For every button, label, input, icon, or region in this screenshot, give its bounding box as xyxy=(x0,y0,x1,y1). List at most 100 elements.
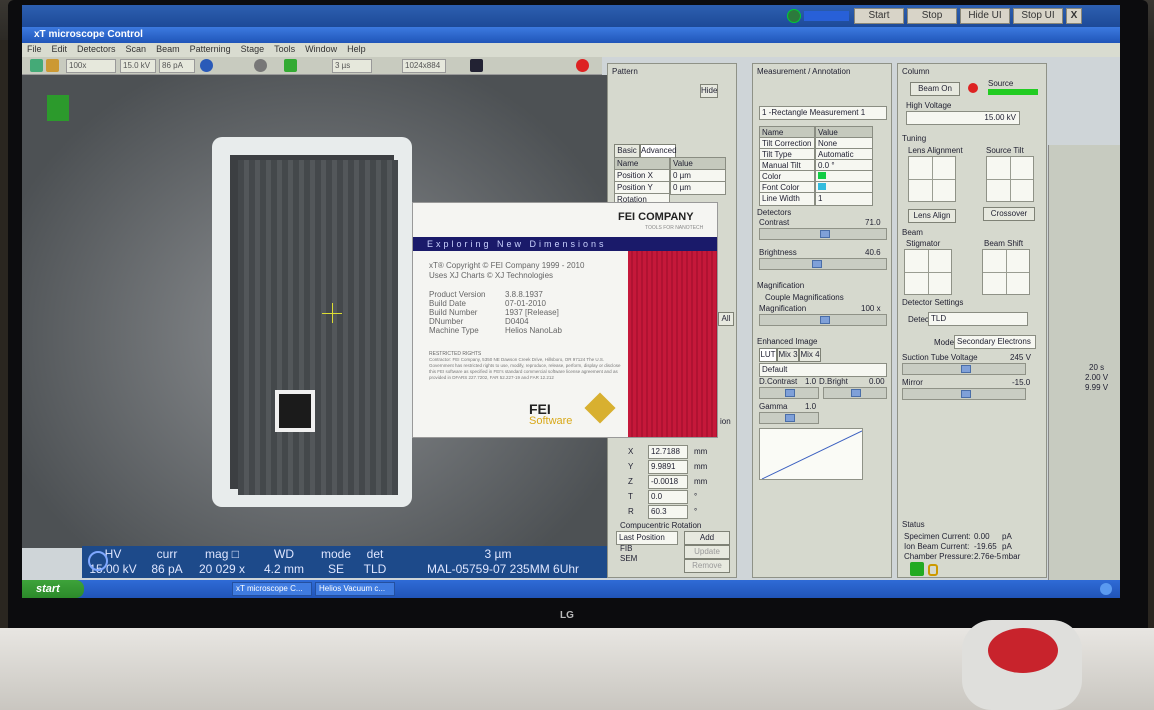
crosshair-vertical-icon xyxy=(332,303,333,323)
stop-ui-button[interactable]: Stop UI xyxy=(1013,8,1063,24)
stage-r-field[interactable]: 60.3 xyxy=(648,505,688,519)
measure-row-value[interactable]: 1 xyxy=(815,192,873,206)
menu-detectors[interactable]: Detectors xyxy=(72,43,121,55)
detector-select[interactable]: TLD xyxy=(928,312,1028,326)
position-item-fib[interactable]: FIB xyxy=(620,544,632,553)
taskbar-item[interactable]: Helios Vacuum c... xyxy=(315,582,395,596)
couple-magnifications-checkbox[interactable]: Couple Magnifications xyxy=(765,293,844,302)
stage-z-field[interactable]: -0.0018 xyxy=(648,475,688,489)
lens-align-button[interactable]: Lens Align xyxy=(908,209,956,223)
menu-help[interactable]: Help xyxy=(342,43,371,55)
tab-basic[interactable]: Basic xyxy=(614,144,640,158)
update-position-button[interactable]: Update xyxy=(684,545,730,559)
dcontrast-slider[interactable] xyxy=(759,387,819,399)
databar: HV 15.00 kV curr 86 pA mag □ 20 029 x WD… xyxy=(82,546,607,578)
specimen-current-unit: pA xyxy=(1002,532,1012,541)
dbright-slider[interactable] xyxy=(823,387,887,399)
tab-lut[interactable]: LUT xyxy=(759,348,777,362)
emergency-stop-button[interactable] xyxy=(988,628,1058,673)
stop-button[interactable]: Stop xyxy=(907,8,957,24)
menu-file[interactable]: File xyxy=(22,43,47,55)
add-position-button[interactable]: Add xyxy=(684,531,730,545)
beam-status-icon xyxy=(968,83,978,93)
stage-x-field[interactable]: 12.7188 xyxy=(648,445,688,459)
menu-window[interactable]: Window xyxy=(300,43,342,55)
target-icon[interactable] xyxy=(200,59,213,72)
brightness-slider[interactable] xyxy=(759,258,887,270)
hide-ui-button[interactable]: Hide UI xyxy=(960,8,1010,24)
source-label: Source xyxy=(988,79,1014,88)
current-field[interactable]: 86 pA xyxy=(159,59,195,73)
remove-position-button[interactable]: Remove xyxy=(684,559,730,573)
stigmator-pad[interactable] xyxy=(904,249,952,295)
beam-shift-pad[interactable] xyxy=(982,249,1030,295)
stage-t-field[interactable]: 0.0 xyxy=(648,490,688,504)
splash-label: Product Version xyxy=(429,290,486,299)
lut-preset-select[interactable]: Default xyxy=(759,363,887,377)
taskbar-item[interactable]: xT microscope C... xyxy=(232,582,312,596)
beam-label: Beam xyxy=(902,228,923,237)
hide-button[interactable]: Hide xyxy=(700,84,718,98)
measurement-select[interactable]: 1 -Rectangle Measurement 1 xyxy=(759,106,887,120)
font-color-swatch-icon xyxy=(818,183,826,190)
mirror-slider[interactable] xyxy=(902,388,1026,400)
high-voltage-label: High Voltage xyxy=(906,101,952,110)
magnification-slider[interactable] xyxy=(759,314,887,326)
start-button[interactable]: start xyxy=(22,580,84,598)
lock-icon xyxy=(928,564,938,576)
menu-scan[interactable]: Scan xyxy=(121,43,152,55)
suction-voltage-label: Suction Tube Voltage xyxy=(902,353,978,362)
beam-on-button[interactable]: Beam On xyxy=(910,82,960,96)
databar-label-wd: WD xyxy=(274,547,294,561)
lut-curve[interactable] xyxy=(759,428,863,480)
window-title: xT microscope Control xyxy=(22,27,1120,43)
close-button[interactable]: X xyxy=(1066,8,1082,24)
beam-icon[interactable] xyxy=(46,59,59,72)
monitor-brand: LG xyxy=(560,610,574,621)
stop-record-icon[interactable] xyxy=(576,59,589,72)
stage-unit-z: mm xyxy=(694,477,708,486)
hv-field[interactable]: 15.0 kV xyxy=(120,59,156,73)
menu-edit[interactable]: Edit xyxy=(47,43,73,55)
crossover-button[interactable]: Crossover xyxy=(983,207,1035,221)
databar-value-mode: SE xyxy=(327,562,344,576)
contrast-slider[interactable] xyxy=(759,228,887,240)
stage-label-z: Z xyxy=(628,477,633,486)
lens-alignment-label: Lens Alignment xyxy=(908,146,963,155)
tab-advanced[interactable]: Advanced xyxy=(640,144,677,158)
dwell-field[interactable]: 3 µs xyxy=(332,59,372,73)
stage-y-field[interactable]: 9.9891 xyxy=(648,460,688,474)
source-tilt-pad[interactable] xyxy=(986,156,1034,202)
menu-beam[interactable]: Beam xyxy=(151,43,185,55)
pattern-row-value[interactable]: 0 µm xyxy=(670,181,726,195)
splash-value: 1937 [Release] xyxy=(505,308,559,317)
menu-stage[interactable]: Stage xyxy=(236,43,270,55)
high-voltage-field[interactable]: 15.00 kV xyxy=(906,111,1020,125)
menu-patterning[interactable]: Patterning xyxy=(185,43,236,55)
tab-mix4[interactable]: Mix 4 xyxy=(799,348,821,362)
dbright-value: 0.00 xyxy=(869,377,885,386)
suction-voltage-slider[interactable] xyxy=(902,363,1026,375)
resolution-field[interactable]: 1024x884 xyxy=(402,59,446,73)
lamella xyxy=(238,160,398,495)
gamma-slider[interactable] xyxy=(759,412,819,424)
tab-mix3[interactable]: Mix 3 xyxy=(777,348,799,362)
stage-unit-t: ° xyxy=(694,492,698,501)
mode-select[interactable]: Secondary Electrons xyxy=(954,335,1036,349)
enhanced-image-title: Enhanced Image xyxy=(757,337,818,346)
grid-icon[interactable] xyxy=(30,59,43,72)
contrast-icon[interactable] xyxy=(254,59,267,72)
dcontrast-value: 1.0 xyxy=(805,377,817,386)
stage-unit-y: mm xyxy=(694,462,708,471)
lens-alignment-pad[interactable] xyxy=(908,156,956,202)
magnification-field[interactable]: 100x xyxy=(66,59,116,73)
compucentric-checkbox[interactable]: Compucentric Rotation xyxy=(620,521,701,530)
menu-tools[interactable]: Tools xyxy=(269,43,300,55)
image-icon[interactable] xyxy=(284,59,297,72)
start-button[interactable]: Start xyxy=(854,8,904,24)
pause-icon[interactable] xyxy=(470,59,483,72)
fiducial-mark xyxy=(275,390,315,432)
position-item-sem[interactable]: SEM xyxy=(620,554,637,563)
measurement-panel: Measurement / Annotation 1 -Rectangle Me… xyxy=(752,63,892,578)
all-button-fragment[interactable]: All xyxy=(718,312,734,326)
